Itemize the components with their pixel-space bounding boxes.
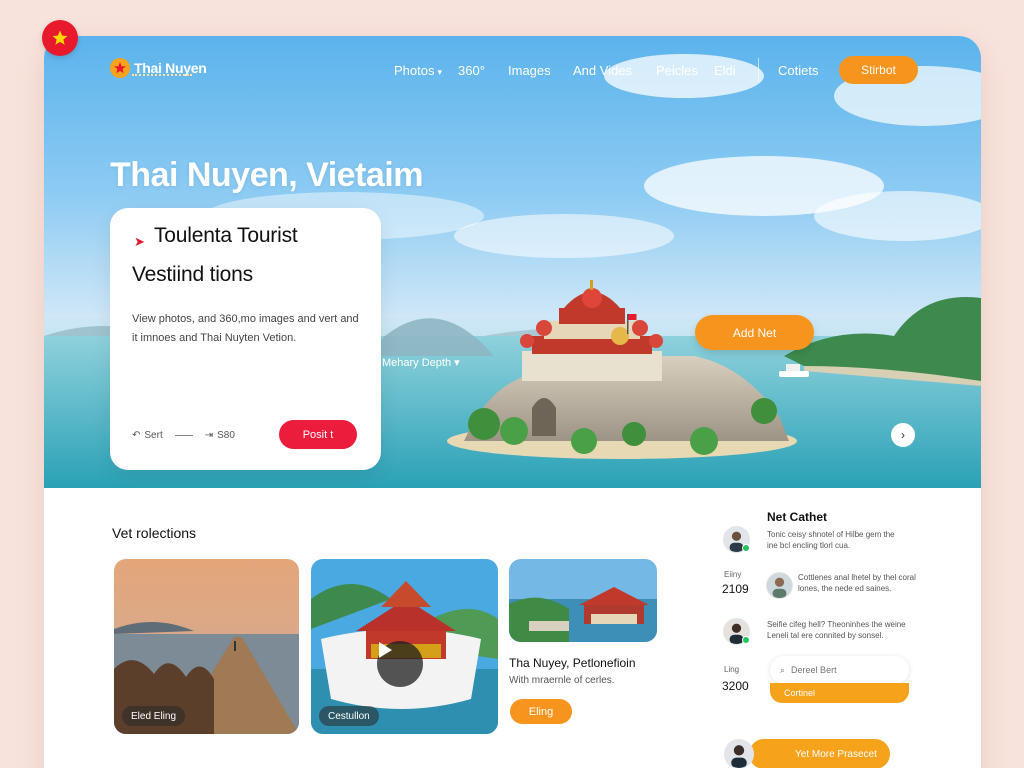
hero-section: Thai Nuyen Photos ▾ 360° Images And Vides… [44,36,981,488]
nav-videos[interactable]: And Vides [573,63,632,78]
search-icon: ⌕ [780,664,786,675]
start-button[interactable]: Stirbot [839,56,918,84]
search-submit-button[interactable]: Cortinel [770,683,909,703]
card-pager: ↶ Sert ⇥ S80 [132,430,235,441]
pagoda-coast-image [509,559,657,642]
nav-photos-label: Photos [394,63,435,78]
avatar[interactable] [724,739,754,768]
search-input[interactable] [791,665,892,675]
chevron-right-icon: › [901,428,905,442]
logo-tagline-decoration [132,74,192,77]
stat-label: Eiiny [724,570,742,579]
online-status-dot [742,544,750,552]
depth-dropdown[interactable]: Mehary Depth ▾ [382,356,460,369]
arrow-right-icon: ➤ [134,234,145,249]
nav-photos[interactable]: Photos ▾ [394,63,442,78]
add-net-button[interactable]: Add Net [695,315,814,350]
nav-eldi[interactable]: Eldi [714,63,736,78]
top-navigation: Thai Nuyen Photos ▾ 360° Images And Vides… [44,36,981,106]
hero-title: Thai Nuyen, Vietaim [110,156,423,194]
forward-arrow-icon: ⇥ [204,430,214,441]
card3-title: Tha Nuyey, Petlonefioin [509,656,636,670]
comment-text: Cottlenes anal lhetel by thel coral lone… [798,573,916,593]
card3-subtitle: With mraernle of cerles. [509,675,615,686]
star-icon [52,30,68,45]
back-arrow-icon: ↶ [132,430,141,441]
nav-360[interactable]: 360° [458,63,485,78]
brand-logo[interactable]: Thai Nuyen [110,58,207,78]
nav-divider [758,58,759,82]
more-projects-button[interactable]: Yet More Prasecet [749,739,890,768]
card-label-pier: Eled Eling [122,706,186,726]
sidebar-title: Net Cathet [767,510,828,524]
hero-info-card: ➤ Toulenta Tourist Vestiind tions View p… [110,208,381,470]
prev-control[interactable]: ↶ Sert [132,430,163,441]
nav-contacts[interactable]: Cotiets [778,63,818,78]
depth-dropdown-label: Mehary Depth [382,357,452,369]
card-heading-line1: Toulenta Tourist [154,224,298,247]
prev-label: Sert [144,430,163,441]
flag-badge [42,20,78,56]
comment-text: Tonic ceisy shnotel of Hilbe gem the ine… [767,530,895,550]
chevron-down-icon: ▾ [454,357,460,369]
avatar[interactable] [766,572,793,599]
pager-line [174,435,193,436]
chevron-down-icon: ▾ [437,67,443,77]
next-label: S80 [217,430,235,441]
online-status-dot [742,636,750,644]
brand-name: Thai Nuyen [134,60,207,76]
collection-card-pagoda[interactable] [509,559,657,642]
next-control[interactable]: ⇥ S80 [205,430,235,441]
comment-text: Seifie cifeg hell? Theoninhes the weine … [767,620,906,640]
card3-button[interactable]: Eling [510,699,572,724]
collection-card-temple-video[interactable]: Cestullon [311,559,498,734]
nav-images[interactable]: Images [508,63,551,78]
nav-peicles[interactable]: Peicles [656,63,698,78]
collections-title: Vet rolections [112,525,197,541]
collection-card-pier[interactable]: Eled Eling [114,559,299,734]
card-heading-line2: Vestiind tions [132,263,253,286]
card-description: View photos, and 360,mo images and vert … [132,313,359,344]
post-button[interactable]: Posit t [279,420,357,449]
stat-label: Ling [724,665,740,674]
stat-value: 2109 [722,582,749,596]
next-slide-button[interactable]: › [891,423,915,447]
search-field[interactable]: ⌕ [770,656,909,684]
app-window: Thai Nuyen Photos ▾ 360° Images And Vides… [44,36,981,768]
play-video-button[interactable] [377,641,423,687]
play-icon [379,642,392,658]
logo-star-icon [110,58,130,78]
card-label-temple: Cestullon [319,706,379,726]
stat-value: 3200 [722,679,749,693]
